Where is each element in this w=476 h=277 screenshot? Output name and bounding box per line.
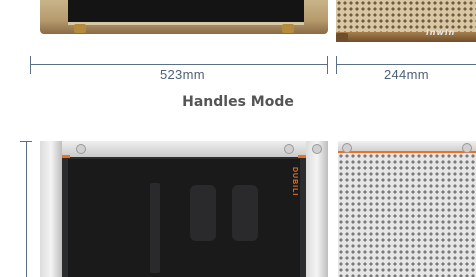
length-dimension-label: 523mm <box>160 67 205 82</box>
screw-icon <box>312 144 322 154</box>
cable-cutout-1 <box>190 185 216 241</box>
depth-dimension-label: 244mm <box>384 67 429 82</box>
height-dimension-line <box>26 141 27 277</box>
screw-icon <box>462 143 472 153</box>
screw-icon <box>76 144 86 154</box>
pcie-slot-area <box>150 183 160 273</box>
depth-dimension-line <box>336 64 476 65</box>
front-foot <box>336 33 348 42</box>
screw-icon <box>342 143 352 153</box>
front-top-rail <box>338 141 476 153</box>
internal-chamber <box>68 159 300 277</box>
screw-icon <box>284 144 294 154</box>
orange-accent-left <box>62 155 70 158</box>
tempered-glass-window <box>68 0 304 25</box>
wood-case-front-mesh-panel: inwin <box>336 0 476 42</box>
case-foot-right <box>282 24 294 33</box>
length-dimension-line <box>30 64 328 65</box>
right-handle <box>306 141 328 277</box>
cable-cutout-2 <box>232 185 258 241</box>
dimension-tick-middle-left <box>327 56 328 74</box>
handles-case-front-mesh-panel <box>338 141 476 277</box>
wood-case-side-panel <box>40 0 328 34</box>
side-brand-logo: DUBILI <box>291 167 298 197</box>
handles-mode-title: Handles Mode <box>182 94 294 110</box>
left-handle <box>40 141 62 277</box>
brand-logo: inwin <box>426 28 456 37</box>
case-foot-left <box>74 24 86 33</box>
handles-case-side-panel: DUBILI <box>40 141 328 277</box>
dimension-tick-middle-right <box>336 56 337 74</box>
orange-accent-right <box>298 155 306 158</box>
dimension-tick-left <box>30 56 31 74</box>
